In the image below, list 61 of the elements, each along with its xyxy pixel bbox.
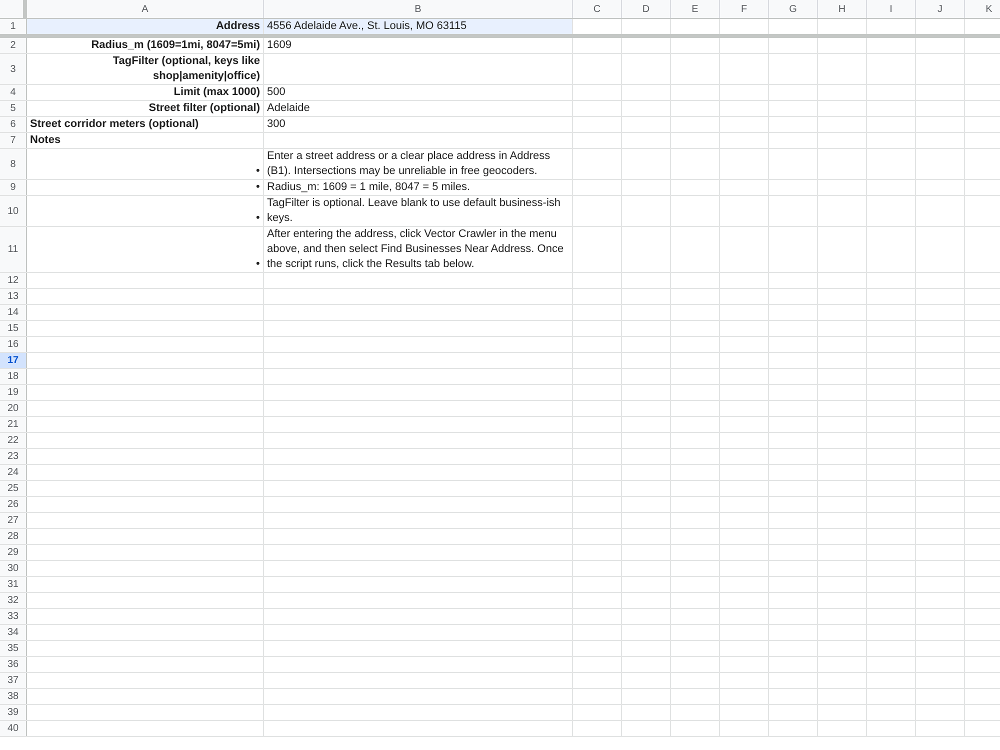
row-header[interactable]: 26 [0,497,27,512]
row-header[interactable]: 6 [0,117,27,132]
row-header[interactable]: 14 [0,305,27,320]
table-cell: Street corridor meters (optional) [27,117,264,132]
column-header[interactable]: B [264,0,573,18]
row-header[interactable]: 3 [0,54,27,84]
row-header[interactable]: 37 [0,673,27,688]
row-header[interactable]: 18 [0,369,27,384]
row-header[interactable]: 7 [0,133,27,148]
row-header[interactable]: 1 [0,19,27,34]
list-bullet: • [256,257,260,272]
list-bullet: • [256,164,260,179]
row-header[interactable]: 28 [0,529,27,544]
row-header[interactable]: 31 [0,577,27,592]
row-header[interactable]: 36 [0,657,27,672]
row-header[interactable]: 29 [0,545,27,560]
row-header[interactable]: 38 [0,689,27,704]
row-header[interactable]: 10 [0,196,27,226]
column-header[interactable]: I [867,0,916,18]
row-header[interactable]: 21 [0,417,27,432]
row-header[interactable]: 13 [0,289,27,304]
row-header[interactable]: 15 [0,321,27,336]
row-header[interactable]: 27 [0,513,27,528]
row-header[interactable]: 39 [0,705,27,720]
row-header[interactable]: 11 [0,227,27,272]
column-header[interactable]: K [965,0,1000,18]
column-header[interactable]: E [671,0,720,18]
row-header[interactable]: 24 [0,465,27,480]
row-header[interactable]: 33 [0,609,27,624]
row-header[interactable]: 17 [0,353,27,368]
row-header[interactable]: 12 [0,273,27,288]
row-header[interactable]: 40 [0,721,27,736]
column-header[interactable]: F [720,0,769,18]
table-cell: 300 [264,117,573,132]
table-cell: Adelaide [264,101,573,116]
row-header[interactable]: 30 [0,561,27,576]
row-header[interactable]: 20 [0,401,27,416]
list-bullet: • [256,211,260,226]
row-header[interactable]: 32 [0,593,27,608]
table-cell: Address [27,19,264,34]
column-header[interactable]: D [622,0,671,18]
column-header[interactable]: J [916,0,965,18]
column-header[interactable]: A [27,0,264,18]
table-cell: 500 [264,85,573,100]
row-header[interactable]: 19 [0,385,27,400]
row-header[interactable]: 35 [0,641,27,656]
column-header[interactable]: C [573,0,622,18]
table-cell: 4556 Adelaide Ave., St. Louis, MO 63115 [264,19,573,34]
row-header[interactable]: 23 [0,449,27,464]
row-header[interactable]: 34 [0,625,27,640]
column-header[interactable]: G [769,0,818,18]
row-header[interactable]: 8 [0,149,27,179]
column-header[interactable]: H [818,0,867,18]
row-header[interactable]: 22 [0,433,27,448]
row-header[interactable]: 9 [0,180,27,195]
row-header[interactable]: 5 [0,101,27,116]
row-header[interactable]: 25 [0,481,27,496]
row-header[interactable]: 16 [0,337,27,352]
row-header[interactable]: 4 [0,85,27,100]
row-header[interactable]: 2 [0,38,27,53]
list-bullet: • [256,180,260,195]
